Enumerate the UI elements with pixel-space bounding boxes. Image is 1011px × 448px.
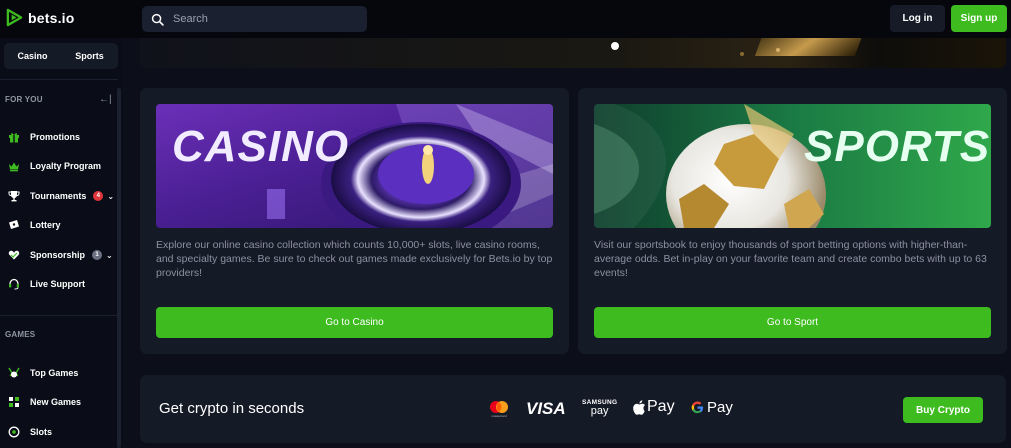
tab-casino[interactable]: Casino bbox=[4, 43, 61, 69]
headset-icon bbox=[7, 278, 20, 291]
search-bar[interactable] bbox=[142, 6, 367, 32]
sidebar-divider bbox=[0, 79, 118, 80]
sidebar-item-label: Top Games bbox=[30, 368, 79, 378]
sidebar-item-top-games[interactable]: Top Games bbox=[7, 365, 78, 381]
sidebar-item-label: Sponsorship bbox=[30, 250, 86, 260]
sponsorship-count-badge: 1 bbox=[92, 250, 103, 260]
sidebar-item-tournaments[interactable]: Tournaments 4 ⌄ bbox=[7, 188, 114, 204]
sidebar-item-label: Lottery bbox=[30, 220, 61, 230]
casino-description: Explore our online casino collection whi… bbox=[156, 239, 553, 279]
search-icon bbox=[151, 13, 164, 26]
buy-crypto-section: Get crypto in seconds mastercard VISA SA… bbox=[140, 375, 1006, 443]
sports-banner[interactable]: SPORTS bbox=[594, 104, 991, 228]
visa-logo: VISA bbox=[526, 399, 566, 419]
apple-pay-logo: Pay bbox=[633, 398, 675, 416]
collapse-sidebar-icon[interactable]: ←| bbox=[99, 94, 112, 105]
sidebar-item-live-support[interactable]: Live Support bbox=[7, 276, 85, 292]
chevron-down-icon[interactable]: ⌄ bbox=[106, 251, 113, 260]
sports-description: Visit our sportsbook to enjoy thousands … bbox=[594, 239, 987, 279]
apple-icon bbox=[633, 399, 645, 415]
google-pay-text: Pay bbox=[707, 399, 733, 416]
tournaments-count-badge: 4 bbox=[93, 191, 104, 201]
sports-banner-title: SPORTS bbox=[804, 122, 991, 171]
mastercard-logo: mastercard bbox=[488, 400, 510, 418]
sidebar-item-label: Slots bbox=[30, 427, 53, 437]
signup-button[interactable]: Sign up bbox=[951, 5, 1007, 32]
google-icon bbox=[691, 401, 704, 414]
login-button[interactable]: Log in bbox=[890, 5, 945, 32]
apple-pay-text: Pay bbox=[647, 398, 675, 415]
buy-crypto-button[interactable]: Buy Crypto bbox=[903, 397, 983, 423]
go-to-casino-button[interactable]: Go to Casino bbox=[156, 307, 553, 338]
samsung-pay-logo: SAMSUNG pay bbox=[582, 398, 617, 417]
hero-sparkle bbox=[611, 42, 619, 50]
logo-text: bets.io bbox=[28, 9, 75, 26]
trophy-icon bbox=[7, 190, 20, 203]
search-input[interactable] bbox=[173, 13, 353, 25]
sidebar-item-label: New Games bbox=[30, 397, 82, 407]
for-you-heading: FOR YOU bbox=[5, 95, 43, 104]
top-bar: bets.io Log in Sign up bbox=[0, 0, 1011, 38]
sidebar-item-lottery[interactable]: Lottery bbox=[7, 217, 61, 233]
new-games-icon bbox=[7, 396, 20, 409]
crown-icon bbox=[7, 160, 20, 173]
visa-text: VISA bbox=[526, 399, 566, 418]
sidebar-item-promotions[interactable]: Promotions bbox=[7, 129, 80, 145]
samsung-pay-text: pay bbox=[590, 405, 609, 417]
sidebar-item-loyalty-program[interactable]: Loyalty Program bbox=[7, 158, 101, 174]
gift-icon bbox=[7, 131, 20, 144]
mastercard-icon bbox=[490, 401, 508, 413]
hero-gold-box bbox=[754, 38, 866, 56]
sidebar-item-slots[interactable]: Slots bbox=[7, 424, 52, 440]
games-heading: GAMES bbox=[5, 330, 36, 339]
sidebar-item-label: Tournaments bbox=[30, 191, 87, 201]
sidebar-divider bbox=[0, 315, 118, 316]
top-games-icon bbox=[7, 367, 20, 380]
heart-handshake-icon bbox=[7, 249, 20, 262]
crypto-title: Get crypto in seconds bbox=[159, 400, 305, 417]
sidebar-item-label: Live Support bbox=[30, 279, 86, 289]
tab-sports[interactable]: Sports bbox=[61, 43, 118, 69]
ticket-icon bbox=[7, 219, 20, 232]
hero-sparkle bbox=[776, 48, 780, 52]
hero-banner[interactable] bbox=[140, 38, 1006, 68]
casino-banner[interactable]: CASINO bbox=[156, 104, 553, 228]
casino-banner-title: CASINO bbox=[172, 122, 350, 171]
sports-card: SPORTS Visit our sportsbook to enjoy tho… bbox=[578, 88, 1007, 354]
sidebar-item-label: Loyalty Program bbox=[30, 161, 102, 171]
go-to-sport-button[interactable]: Go to Sport bbox=[594, 307, 991, 338]
chevron-down-icon[interactable]: ⌄ bbox=[107, 192, 114, 201]
bets-logo-icon bbox=[6, 8, 23, 27]
sidebar-item-new-games[interactable]: New Games bbox=[7, 394, 81, 410]
sidebar-scrollbar[interactable] bbox=[117, 88, 121, 448]
hero-sparkle bbox=[740, 52, 744, 56]
slots-icon bbox=[7, 426, 20, 439]
sidebar-item-label: Promotions bbox=[30, 132, 81, 142]
mastercard-caption: mastercard bbox=[491, 414, 507, 418]
sidebar: Casino Sports FOR YOU ←| Promotions Loya… bbox=[0, 38, 123, 448]
logo[interactable]: bets.io bbox=[5, 8, 75, 27]
sidebar-tab-switch: Casino Sports bbox=[4, 43, 118, 69]
sidebar-item-sponsorship[interactable]: Sponsorship 1 ⌄ bbox=[7, 247, 113, 263]
casino-card: CASINO Explore our online casino collect… bbox=[140, 88, 569, 354]
google-pay-logo: Pay bbox=[691, 399, 733, 416]
